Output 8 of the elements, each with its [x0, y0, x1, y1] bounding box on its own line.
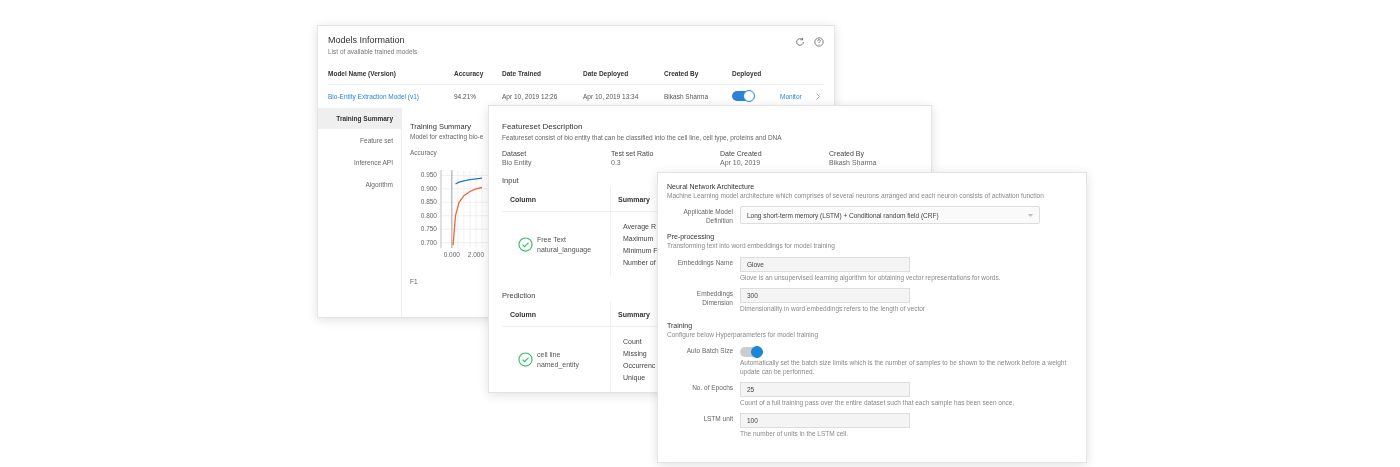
help-icon[interactable]: [814, 37, 824, 47]
caret-icon: [1028, 213, 1033, 217]
chevron-right-icon[interactable]: [816, 92, 820, 100]
refresh-icon[interactable]: [795, 37, 805, 47]
section-title: Featureset Description: [502, 122, 584, 131]
deployed-toggle[interactable]: [732, 91, 754, 101]
auto-batch-toggle[interactable]: [740, 347, 762, 358]
panel-title: Models Information: [328, 35, 406, 45]
